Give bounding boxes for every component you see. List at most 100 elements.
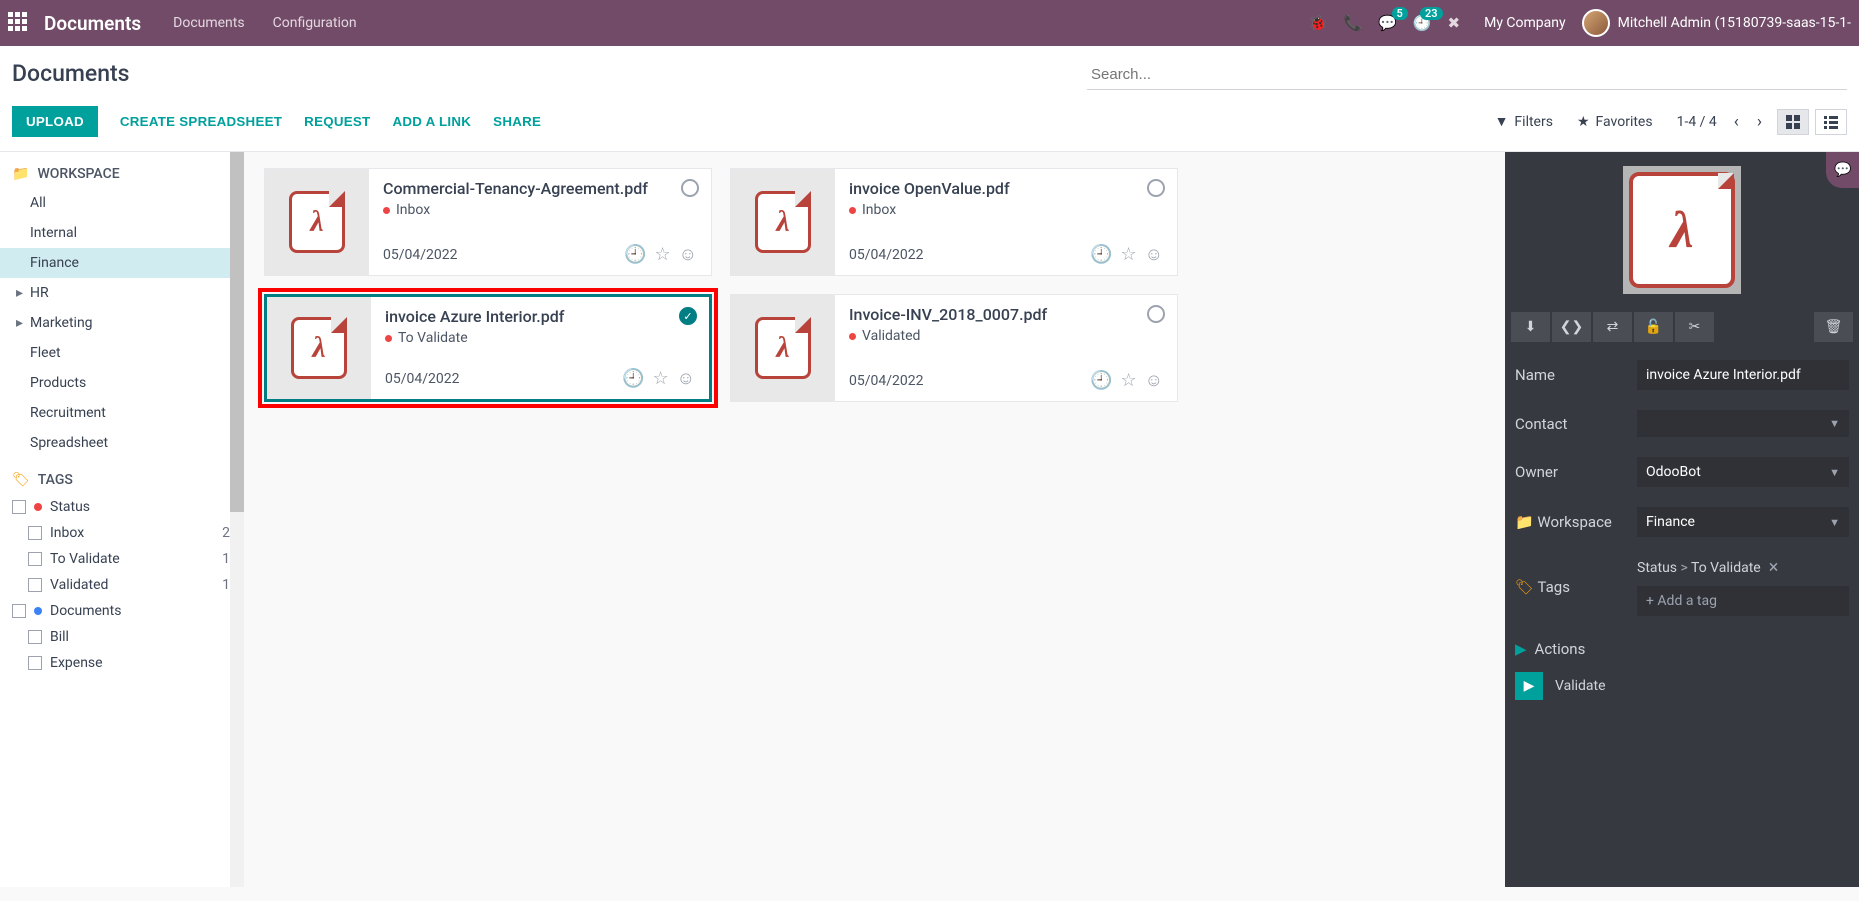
tag-chip: Status > To Validate <box>1637 560 1761 576</box>
card-status: Inbox <box>849 202 1163 218</box>
clock-icon[interactable]: 🕘 <box>624 244 646 265</box>
document-card[interactable]: λ Commercial-Tenancy-Agreement.pdf Inbox… <box>264 168 712 276</box>
view-list[interactable] <box>1815 109 1847 135</box>
topbar: Documents Documents Configuration 🐞 📞 💬5… <box>0 0 1859 46</box>
clock-icon[interactable]: 🕘 <box>1090 244 1112 265</box>
smile-icon[interactable]: ☺ <box>677 368 695 389</box>
upload-button[interactable]: UPLOAD <box>12 106 98 137</box>
search-input[interactable] <box>1087 60 1847 90</box>
view-kanban[interactable] <box>1777 109 1809 135</box>
messages-icon[interactable]: 💬5 <box>1378 14 1397 32</box>
card-select-toggle[interactable] <box>681 179 699 197</box>
workspace-select[interactable]: Finance▼ <box>1637 507 1849 537</box>
pager-text: 1-4 / 4 <box>1677 114 1717 130</box>
page-title: Documents <box>12 60 130 87</box>
sidebar-workspace-item[interactable]: Finance <box>0 248 244 278</box>
cut-icon[interactable]: ✂ <box>1675 312 1714 342</box>
avatar <box>1582 9 1610 37</box>
filters-button[interactable]: ▼Filters <box>1495 113 1553 130</box>
scrollbar[interactable] <box>230 152 244 887</box>
pager-prev[interactable]: ‹ <box>1725 107 1748 137</box>
share-icon[interactable]: ❮❯ <box>1552 312 1591 342</box>
tools-icon[interactable]: ✖ <box>1448 14 1461 32</box>
create-spreadsheet-button[interactable]: CREATE SPREADSHEET <box>120 114 282 129</box>
request-button[interactable]: REQUEST <box>304 114 370 129</box>
sidebar-workspace-item[interactable]: Products <box>0 368 244 398</box>
bug-icon[interactable]: 🐞 <box>1309 14 1328 32</box>
user-menu[interactable]: Mitchell Admin (15180739-saas-15-1- <box>1582 9 1851 37</box>
tag-group[interactable]: Status <box>0 494 244 520</box>
pager-next[interactable]: › <box>1748 107 1771 137</box>
tags-label: 🏷 Tags <box>1515 578 1627 596</box>
tag-item[interactable]: Bill <box>0 624 244 650</box>
chat-icon[interactable]: 💬 <box>1826 152 1859 188</box>
caret-right-icon: ▶ <box>1515 640 1527 658</box>
add-tag-input[interactable]: + Add a tag <box>1637 586 1849 616</box>
kanban-icon <box>1786 115 1800 129</box>
sidebar-workspace-item[interactable]: Internal <box>0 218 244 248</box>
document-card[interactable]: λ invoice Azure Interior.pdf To Validate… <box>264 294 712 402</box>
company-selector[interactable]: My Company <box>1484 15 1566 31</box>
card-select-toggle[interactable] <box>1147 179 1165 197</box>
validate-button[interactable]: ▶ <box>1515 672 1543 700</box>
name-label: Name <box>1515 366 1627 384</box>
tag-item[interactable]: Inbox2 <box>0 520 244 546</box>
phone-icon[interactable]: 📞 <box>1343 14 1362 32</box>
share-button[interactable]: SHARE <box>493 114 541 129</box>
activities-icon[interactable]: 🕘23 <box>1413 14 1432 32</box>
archive-icon[interactable]: 🗑 <box>1814 312 1853 342</box>
tag-item[interactable]: To Validate1 <box>0 546 244 572</box>
star-icon: ★ <box>1577 114 1590 130</box>
tag-item[interactable]: Expense <box>0 650 244 676</box>
nav-documents[interactable]: Documents <box>173 15 244 31</box>
name-input[interactable]: invoice Azure Interior.pdf <box>1637 360 1849 390</box>
smile-icon[interactable]: ☺ <box>1145 370 1163 391</box>
card-thumbnail: λ <box>731 295 835 401</box>
apps-icon[interactable] <box>8 12 30 34</box>
tag-item[interactable]: Validated1 <box>0 572 244 598</box>
tag-icon: 🏷 <box>12 472 30 488</box>
favorites-button[interactable]: ★Favorites <box>1577 114 1653 130</box>
card-status: Validated <box>849 328 1163 344</box>
sidebar-workspace-item[interactable]: ▸HR <box>0 278 244 308</box>
sidebar-workspace-item[interactable]: Fleet <box>0 338 244 368</box>
card-select-toggle[interactable] <box>1147 305 1165 323</box>
tag-group[interactable]: Documents <box>0 598 244 624</box>
document-card[interactable]: λ invoice OpenValue.pdf Inbox 05/04/2022… <box>730 168 1178 276</box>
star-icon[interactable]: ☆ <box>652 368 668 389</box>
document-card[interactable]: λ Invoice-INV_2018_0007.pdf Validated 05… <box>730 294 1178 402</box>
card-status: To Validate <box>385 330 695 346</box>
smile-icon[interactable]: ☺ <box>1145 244 1163 265</box>
contact-select[interactable]: ▼ <box>1637 410 1849 437</box>
sidebar-workspace-item[interactable]: All <box>0 188 244 218</box>
star-icon[interactable]: ☆ <box>654 244 670 265</box>
sidebar-workspace-item[interactable]: Spreadsheet <box>0 428 244 458</box>
card-thumbnail: λ <box>265 169 369 275</box>
replace-icon[interactable]: ⇄ <box>1593 312 1632 342</box>
card-date: 05/04/2022 <box>849 247 924 263</box>
star-icon[interactable]: ☆ <box>1120 244 1136 265</box>
contact-label: Contact <box>1515 415 1627 433</box>
remove-tag-icon[interactable]: × <box>1769 557 1779 578</box>
star-icon[interactable]: ☆ <box>1120 370 1136 391</box>
card-date: 05/04/2022 <box>383 247 458 263</box>
nav-configuration[interactable]: Configuration <box>273 15 357 31</box>
sidebar: 📁 WORKSPACE AllInternalFinance▸HR▸Market… <box>0 152 244 887</box>
card-thumbnail: λ <box>731 169 835 275</box>
card-title: invoice OpenValue.pdf <box>849 179 1163 198</box>
card-date: 05/04/2022 <box>849 373 924 389</box>
brand-title: Documents <box>44 12 141 35</box>
sidebar-workspace-item[interactable]: ▸Marketing <box>0 308 244 338</box>
card-select-toggle[interactable]: ✓ <box>679 307 697 325</box>
owner-select[interactable]: OdooBot▼ <box>1637 457 1849 487</box>
sidebar-workspace-item[interactable]: Recruitment <box>0 398 244 428</box>
lock-icon[interactable]: 🔓 <box>1634 312 1673 342</box>
download-icon[interactable]: ⬇ <box>1511 312 1550 342</box>
clock-icon[interactable]: 🕘 <box>1090 370 1112 391</box>
add-link-button[interactable]: ADD A LINK <box>392 114 471 129</box>
card-status: Inbox <box>383 202 697 218</box>
card-date: 05/04/2022 <box>385 371 460 387</box>
tags-section-head: 🏷 TAGS <box>0 458 244 494</box>
smile-icon[interactable]: ☺ <box>679 244 697 265</box>
clock-icon[interactable]: 🕘 <box>622 368 644 389</box>
